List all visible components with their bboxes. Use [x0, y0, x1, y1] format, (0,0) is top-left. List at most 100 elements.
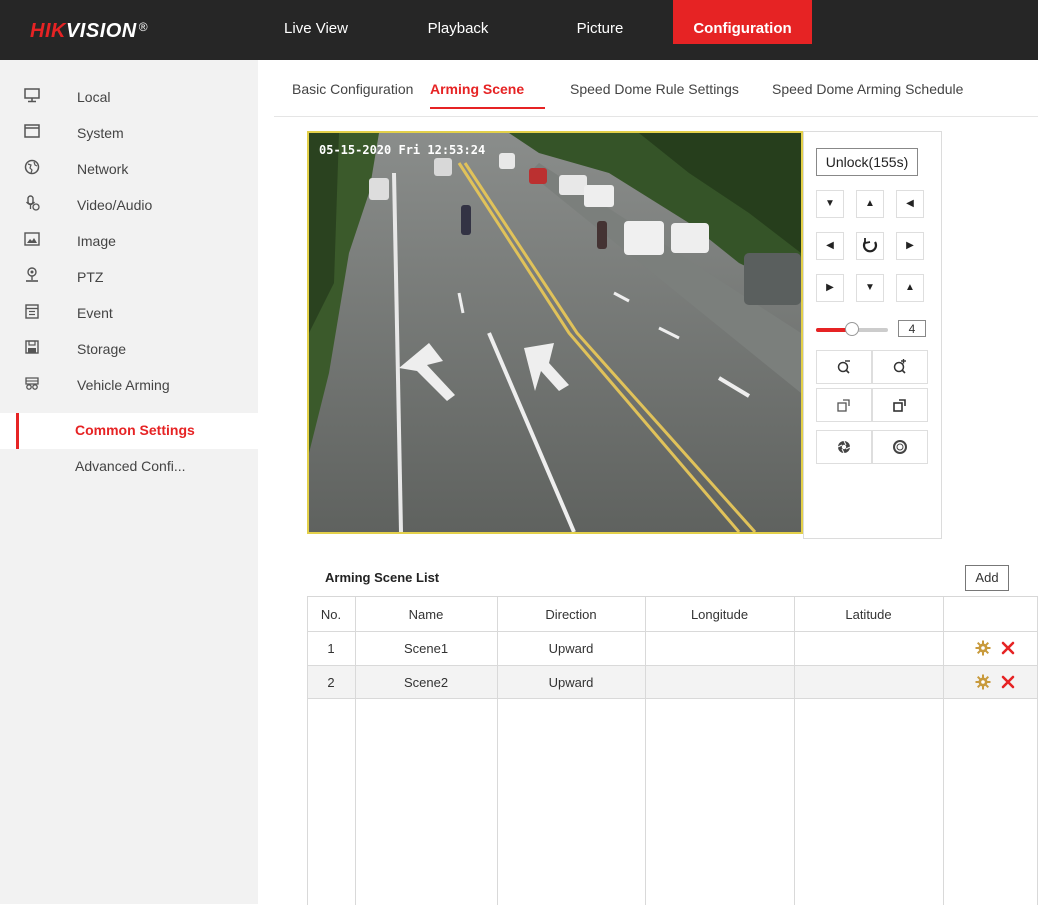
- sidebar-item-local[interactable]: Local: [0, 79, 258, 115]
- ptz-down-button[interactable]: ▼: [856, 274, 884, 302]
- sidebar-item-event[interactable]: Event: [0, 295, 258, 331]
- sidebar-item-label: Image: [77, 233, 116, 249]
- nav-live-view[interactable]: Live View: [280, 0, 352, 44]
- tab-speed-dome-rule-settings[interactable]: Speed Dome Rule Settings: [570, 81, 739, 97]
- tab-basic-configuration[interactable]: Basic Configuration: [292, 81, 413, 97]
- iris-open-button[interactable]: [872, 430, 928, 464]
- microphone-icon: [25, 195, 40, 211]
- delete-x-icon[interactable]: [1001, 641, 1015, 655]
- speed-slider-thumb[interactable]: [845, 322, 859, 336]
- disk-icon: [25, 340, 39, 354]
- ptz-up-left-button[interactable]: ▼: [816, 190, 844, 218]
- monitor-icon: [24, 88, 40, 103]
- ptz-up-button[interactable]: ▲: [856, 190, 884, 218]
- cell-no: 1: [327, 641, 335, 656]
- ptz-control-panel: Unlock(155s) ▼ ▲ ◀ ◀ ▶ ▶ ▼ ▲ 4: [803, 131, 942, 539]
- cell-no: 2: [327, 675, 335, 690]
- arrow-down-icon: ▼: [865, 282, 875, 293]
- ptz-right-button[interactable]: ▶: [896, 232, 924, 260]
- focus-near-button[interactable]: [816, 388, 872, 422]
- sidebar-item-label: System: [77, 125, 124, 141]
- ptz-left-button[interactable]: ◀: [816, 232, 844, 260]
- arming-scene-list-title: Arming Scene List: [325, 570, 440, 585]
- header-longitude: Longitude: [690, 607, 749, 622]
- arrow-down-right-icon: ▲: [905, 282, 915, 293]
- nav-configuration[interactable]: Configuration: [673, 0, 812, 44]
- column-divider: [794, 597, 795, 905]
- header-latitude: Latitude: [845, 607, 892, 622]
- focus-far-icon: [893, 399, 906, 412]
- settings-gear-icon[interactable]: [975, 674, 991, 690]
- zoom-out-button[interactable]: [816, 350, 872, 384]
- zoom-out-icon: [837, 360, 850, 374]
- road-scene-image: [309, 133, 801, 532]
- sidebar-item-ptz[interactable]: PTZ: [0, 259, 258, 295]
- ptz-down-right-button[interactable]: ▲: [896, 274, 924, 302]
- top-navigation-bar: HIKVISION ® Live View Playback Picture Co…: [0, 0, 1038, 60]
- add-scene-button[interactable]: Add: [965, 565, 1009, 591]
- settings-gear-icon[interactable]: [975, 640, 991, 656]
- sidebar-item-video-audio[interactable]: Video/Audio: [0, 187, 258, 223]
- live-video-preview[interactable]: 05-15-2020 Fri 12:53:24: [307, 131, 803, 534]
- row-divider: [307, 631, 1038, 632]
- cell-name: Scene2: [403, 675, 449, 690]
- sidebar-subitem-common-settings[interactable]: Common Settings: [0, 413, 258, 449]
- window-icon: [24, 124, 40, 138]
- zoom-in-icon: [893, 359, 906, 374]
- sidebar-item-label: PTZ: [77, 269, 104, 285]
- ptz-auto-pan-button[interactable]: [856, 232, 884, 260]
- active-tab-underline: [430, 107, 545, 109]
- tab-speed-dome-arming-schedule[interactable]: Speed Dome Arming Schedule: [772, 81, 963, 97]
- arrow-up-right-icon: ◀: [906, 198, 914, 209]
- vehicle-icon: [25, 377, 39, 390]
- sidebar-item-storage[interactable]: Storage: [0, 331, 258, 367]
- hikvision-logo: HIKVISION ®: [30, 20, 149, 42]
- tab-arming-scene[interactable]: Arming Scene: [430, 81, 524, 97]
- arming-scene-table: No. Name Direction Longitude Latitude 1 …: [307, 596, 1038, 905]
- sidebar-item-label: Video/Audio: [77, 197, 153, 213]
- cell-direction: Upward: [548, 675, 594, 690]
- sidebar-item-image[interactable]: Image: [0, 223, 258, 259]
- column-divider: [943, 597, 944, 905]
- cell-name: Scene1: [403, 641, 449, 656]
- header-name: Name: [408, 607, 444, 622]
- iris-open-icon: [893, 440, 907, 454]
- arrow-right-icon: ▶: [906, 240, 914, 251]
- column-divider: [645, 597, 646, 905]
- image-icon: [24, 232, 40, 246]
- sidebar-item-network[interactable]: Network: [0, 151, 258, 187]
- focus-near-icon: [837, 399, 850, 412]
- config-tabs: Basic Configuration Arming Scene Speed D…: [258, 60, 1038, 114]
- delete-x-icon[interactable]: [1001, 675, 1015, 689]
- sidebar-item-label: Local: [77, 89, 111, 105]
- globe-icon: [24, 159, 40, 175]
- sidebar-item-label: Event: [77, 305, 113, 321]
- sidebar-subitem-label: Common Settings: [75, 422, 195, 438]
- tabs-divider: [274, 116, 1038, 117]
- zoom-in-button[interactable]: [872, 350, 928, 384]
- sidebar-item-label: Network: [77, 161, 129, 177]
- ptz-down-left-button[interactable]: ▶: [816, 274, 844, 302]
- sidebar-item-label: Vehicle Arming: [77, 377, 170, 393]
- ptz-up-right-button[interactable]: ◀: [896, 190, 924, 218]
- iris-close-button[interactable]: [816, 430, 872, 464]
- sidebar-item-system[interactable]: System: [0, 115, 258, 151]
- iris-close-icon: [837, 440, 851, 454]
- ptz-icon: [26, 267, 38, 282]
- sidebar-subitem-label: Advanced Confi...: [75, 458, 186, 474]
- unlock-button[interactable]: Unlock(155s): [816, 148, 918, 176]
- row-divider: [307, 665, 1038, 666]
- ptz-speed-value[interactable]: 4: [898, 320, 926, 337]
- row-divider: [307, 698, 1038, 699]
- focus-far-button[interactable]: [872, 388, 928, 422]
- video-timestamp-overlay: 05-15-2020 Fri 12:53:24: [319, 143, 486, 157]
- header-no: No.: [320, 607, 342, 622]
- sidebar-subitem-advanced-config[interactable]: Advanced Confi...: [0, 449, 258, 485]
- nav-playback[interactable]: Playback: [418, 0, 498, 44]
- arrow-up-left-icon: ▼: [825, 198, 835, 209]
- sidebar-item-label: Storage: [77, 341, 127, 357]
- header-direction: Direction: [545, 607, 597, 622]
- nav-picture[interactable]: Picture: [560, 0, 640, 44]
- ptz-speed-slider[interactable]: [816, 322, 888, 336]
- sidebar-item-vehicle-arming[interactable]: Vehicle Arming: [0, 367, 258, 403]
